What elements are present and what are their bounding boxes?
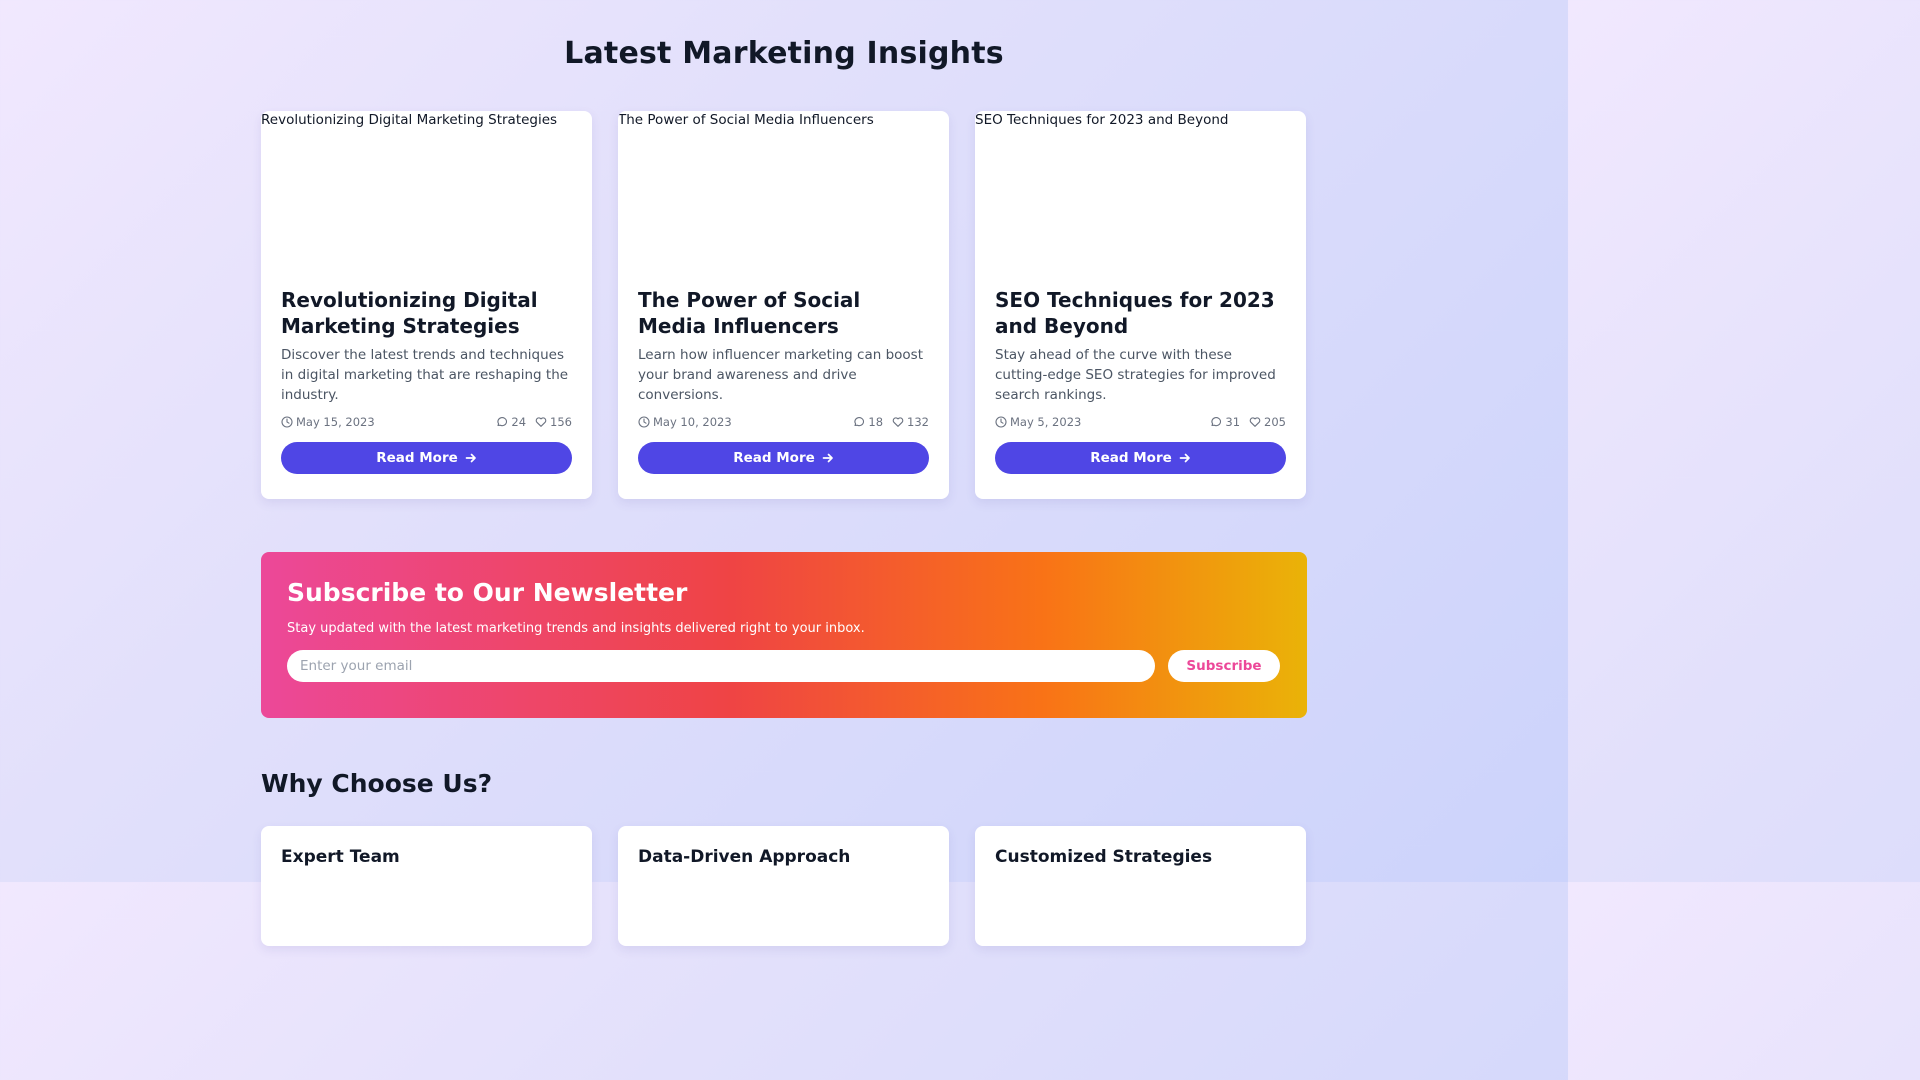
newsletter-description: Stay updated with the latest marketing t…	[287, 621, 865, 636]
arrow-right-icon	[465, 453, 476, 463]
post-date: May 10, 2023	[653, 415, 732, 429]
post-card: The Power of Social Media Influencers Th…	[618, 111, 949, 499]
why-choose-us-title: Why Choose Us?	[261, 769, 493, 798]
newsletter-section: Subscribe to Our Newsletter Stay updated…	[261, 552, 1307, 718]
post-date: May 5, 2023	[1010, 415, 1082, 429]
post-description: Discover the latest trends and technique…	[281, 347, 569, 403]
feature-cards: Expert Team Data-Driven Approach Customi…	[261, 826, 1307, 946]
post-title[interactable]: SEO Techniques for 2023 and Beyond	[995, 287, 1286, 339]
post-meta: May 15, 2023 24 156	[281, 414, 572, 430]
post-like-count: 205	[1264, 415, 1286, 429]
feature-card: Data-Driven Approach	[618, 826, 949, 946]
arrow-right-icon	[1179, 453, 1190, 463]
post-comment-count: 31	[1225, 415, 1241, 429]
read-more-label: Read More	[1090, 450, 1172, 466]
subscribe-button[interactable]: Subscribe	[1168, 650, 1280, 682]
read-more-button[interactable]: Read More	[281, 442, 572, 474]
read-more-label: Read More	[733, 450, 815, 466]
post-meta: May 10, 2023 18 132	[638, 414, 929, 430]
post-image: The Power of Social Media Influencers	[618, 111, 949, 271]
clock-icon	[995, 416, 1007, 428]
newsletter-title: Subscribe to Our Newsletter	[287, 578, 688, 607]
feature-title: Expert Team	[281, 847, 400, 867]
email-field[interactable]	[287, 650, 1155, 682]
feature-title: Customized Strategies	[995, 847, 1213, 867]
post-image-alt-text: Revolutionizing Digital Marketing Strate…	[261, 112, 558, 128]
post-image-alt-text: SEO Techniques for 2023 and Beyond	[975, 112, 1229, 128]
post-card: Revolutionizing Digital Marketing Strate…	[261, 111, 592, 499]
post-cards: Revolutionizing Digital Marketing Strate…	[261, 111, 1307, 499]
feature-card: Expert Team	[261, 826, 592, 946]
clock-icon	[281, 416, 293, 428]
heart-icon[interactable]	[535, 416, 547, 428]
arrow-right-icon	[822, 453, 833, 463]
post-image-alt-text: The Power of Social Media Influencers	[618, 112, 874, 128]
comment-icon	[1211, 417, 1222, 427]
feature-title: Data-Driven Approach	[638, 847, 851, 867]
read-more-button[interactable]: Read More	[638, 442, 929, 474]
post-description: Stay ahead of the curve with these cutti…	[995, 347, 1276, 403]
heart-icon[interactable]	[892, 416, 904, 428]
comment-icon	[497, 417, 508, 427]
post-title[interactable]: The Power of Social Media Influencers	[638, 287, 929, 339]
post-description: Learn how influencer marketing can boost…	[638, 347, 924, 403]
post-like-count: 156	[550, 415, 572, 429]
clock-icon	[638, 416, 650, 428]
comment-icon	[854, 417, 865, 427]
post-comment-count: 24	[511, 415, 527, 429]
post-title[interactable]: Revolutionizing Digital Marketing Strate…	[281, 287, 572, 339]
post-meta: May 5, 2023 31 205	[995, 414, 1286, 430]
post-comment-count: 18	[868, 415, 884, 429]
read-more-button[interactable]: Read More	[995, 442, 1286, 474]
post-date: May 15, 2023	[296, 415, 375, 429]
page-title: Latest Marketing Insights	[564, 36, 1004, 71]
heart-icon[interactable]	[1249, 416, 1261, 428]
feature-card: Customized Strategies	[975, 826, 1306, 946]
newsletter-form: Subscribe	[287, 650, 1281, 682]
post-like-count: 132	[907, 415, 929, 429]
read-more-label: Read More	[376, 450, 458, 466]
post-card: SEO Techniques for 2023 and Beyond SEO T…	[975, 111, 1306, 499]
post-image: Revolutionizing Digital Marketing Strate…	[261, 111, 592, 271]
post-image: SEO Techniques for 2023 and Beyond	[975, 111, 1306, 271]
